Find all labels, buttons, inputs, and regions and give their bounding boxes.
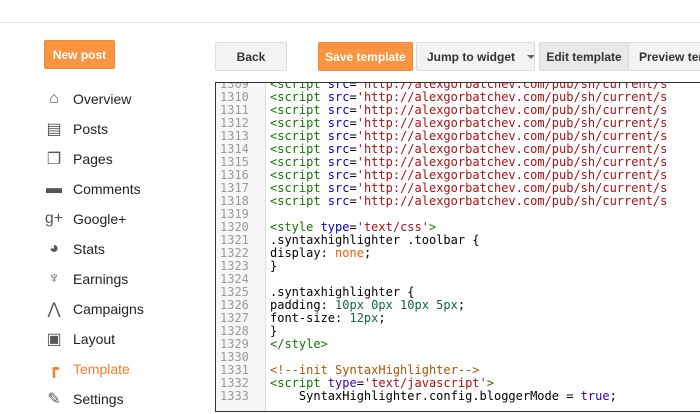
code-line: 1327 font-size: 12px; [216, 312, 667, 325]
sidebar-nav: ⌂ Overview ▤ Posts ❐ Pages ▬ Comments g+ Google+ ◕… [44, 84, 144, 414]
paint-roller-icon: ┏ [49, 361, 59, 378]
sidebar-item-settings[interactable]: ✎ Settings [44, 384, 144, 414]
comment-icon: ▬ [46, 180, 62, 197]
sidebar-item-posts[interactable]: ▤ Posts [44, 114, 144, 144]
pages-icon: ❐ [46, 151, 62, 168]
sidebar-item-pages[interactable]: ❐ Pages [44, 144, 144, 174]
sidebar-item-label: Pages [73, 151, 113, 167]
save-template-button[interactable]: Save template [318, 42, 413, 71]
sidebar-item-label: Overview [73, 91, 132, 107]
sidebar-item-label: Stats [73, 241, 105, 257]
top-divider [0, 22, 700, 23]
sidebar-item-google[interactable]: g+ Google+ [44, 204, 144, 234]
line-code: display: none; [270, 246, 372, 260]
layout-icon: ▣ [46, 331, 62, 348]
sidebar-item-label: Campaigns [73, 301, 144, 317]
pie-chart-icon: ◕ [49, 240, 59, 257]
sidebar-item-earnings[interactable]: ♆ Earnings [44, 264, 144, 294]
line-code: font-size: 12px; [270, 311, 386, 325]
home-icon: ⌂ [49, 90, 59, 107]
line-code: SyntaxHighlighter.config.bloggerMode = t… [270, 389, 617, 403]
wrench-icon: ✎ [47, 391, 61, 408]
line-number: 1333 [220, 389, 249, 403]
sidebar-item-label: Template [73, 361, 130, 377]
code-line: 1333 SyntaxHighlighter.config.bloggerMod… [216, 390, 667, 403]
posts-icon: ▤ [46, 121, 62, 138]
preview-template-tab[interactable]: Preview template [628, 42, 700, 71]
back-button[interactable]: Back [215, 42, 287, 71]
line-code: </style> [270, 337, 328, 351]
code-line: 1318 <script src='http://alexgorbatchev.c… [216, 195, 667, 208]
code-lines: 1309 <script src='http://alexgorbatchev.c… [216, 83, 667, 403]
sidebar-item-comments[interactable]: ▬ Comments [44, 174, 144, 204]
sidebar-item-layout[interactable]: ▣ Layout [44, 324, 144, 354]
google-plus-icon: g+ [44, 210, 64, 227]
sidebar-item-template[interactable]: ┏ Template [44, 354, 144, 384]
new-post-button[interactable]: New post [44, 40, 115, 69]
jump-to-widget-dropdown[interactable]: Jump to widget [416, 42, 535, 71]
sidebar-item-overview[interactable]: ⌂ Overview [44, 84, 144, 114]
code-line: 1329 </style> [216, 338, 667, 351]
line-code: <script src='http://alexgorbatchev.com/p… [270, 194, 668, 208]
trophy-icon: ♆ [48, 270, 60, 287]
chevron-down-icon [527, 54, 534, 59]
sidebar-item-label: Posts [73, 121, 109, 137]
code-line: 1322 display: none; [216, 247, 667, 260]
sidebar-item-campaigns[interactable]: ⋀ Campaigns [44, 294, 144, 324]
sidebar-item-label: Settings [73, 391, 124, 407]
code-editor[interactable]: 1309 <script src='http://alexgorbatchev.c… [215, 82, 700, 412]
edit-template-tab[interactable]: Edit template [539, 42, 629, 71]
line-code: } [270, 259, 278, 273]
sidebar-item-stats[interactable]: ◕ Stats [44, 234, 144, 264]
sidebar-item-label: Earnings [73, 271, 129, 287]
jump-label: Jump to widget [427, 49, 515, 64]
sidebar-item-label: Comments [73, 181, 141, 197]
sidebar-item-label: Layout [73, 331, 116, 347]
code-line: 1323} [216, 260, 667, 273]
adwords-icon: ⋀ [47, 301, 61, 318]
sidebar-item-label: Google+ [73, 211, 127, 227]
